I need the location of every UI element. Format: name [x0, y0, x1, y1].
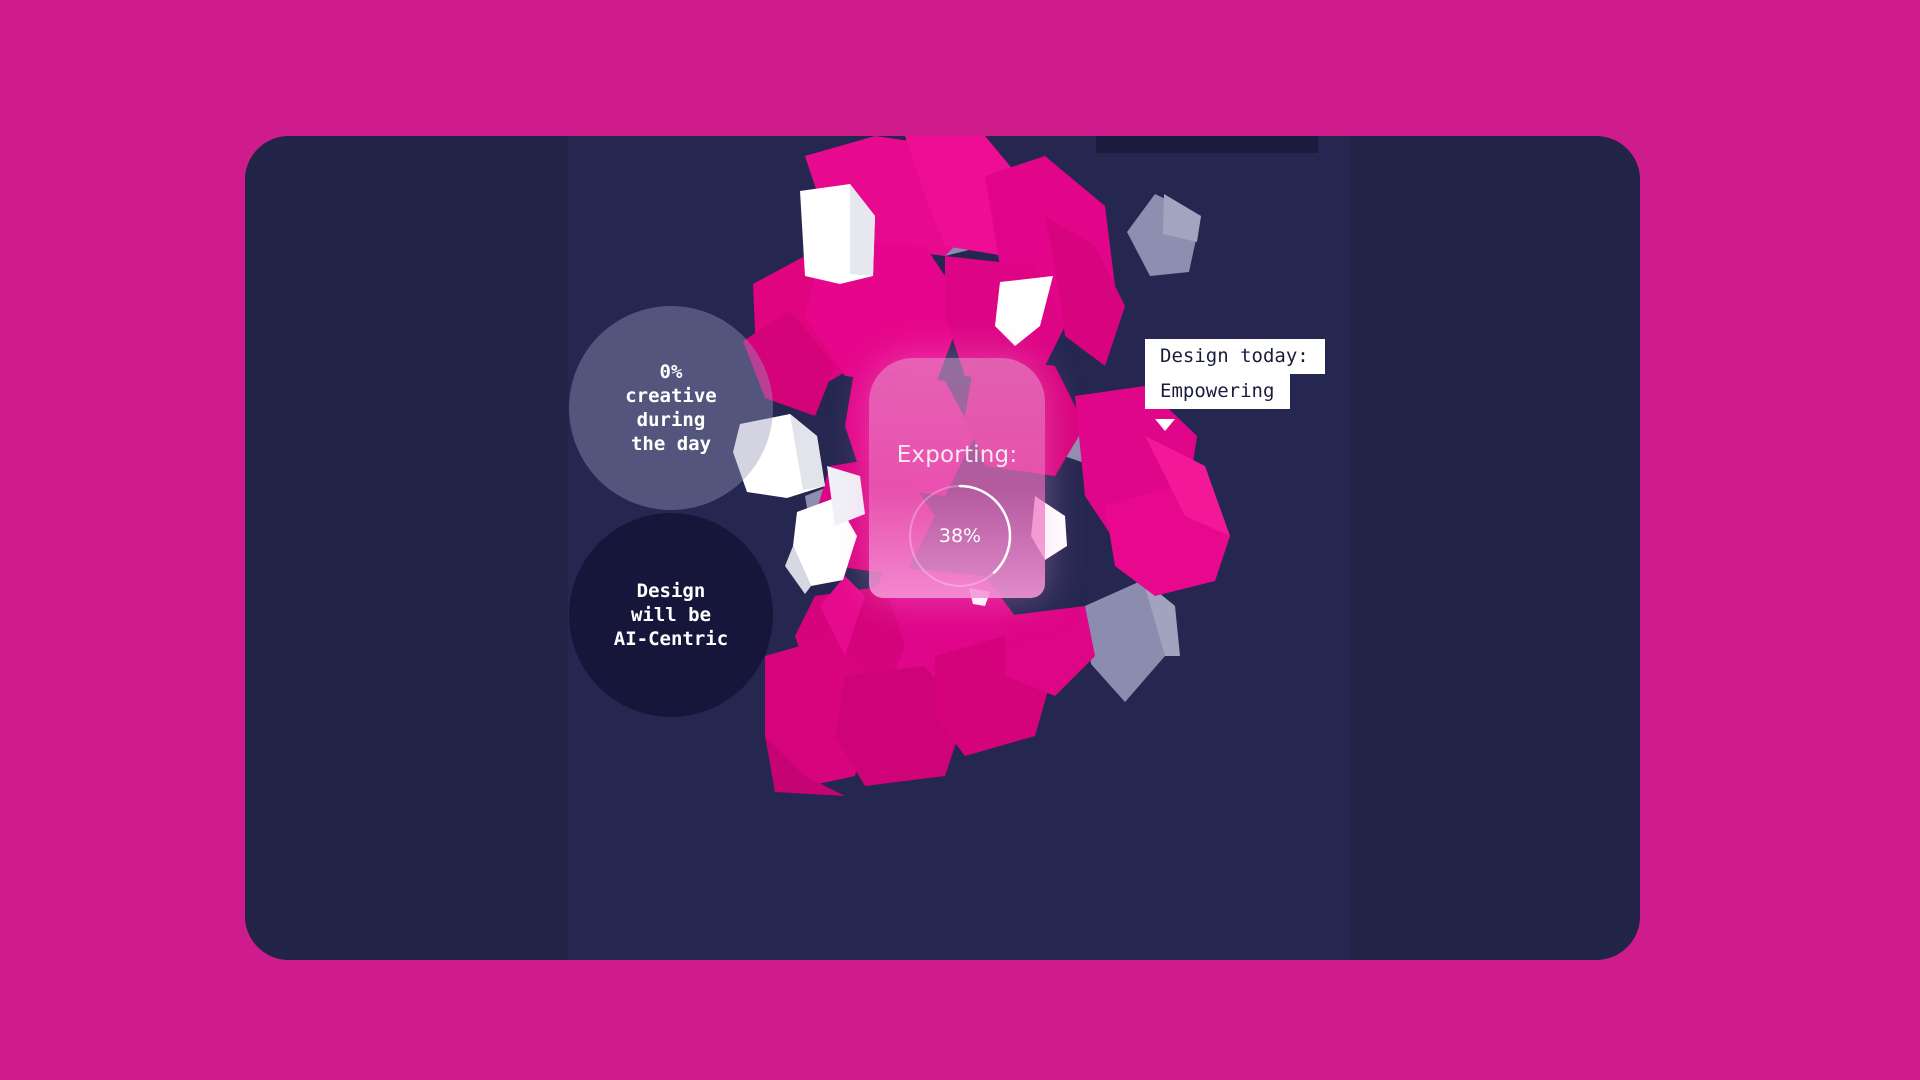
design-today-tooltip: Design today: Empowering — [1145, 339, 1325, 431]
grey-cube — [1163, 194, 1201, 242]
tooltip-line-2: Empowering — [1145, 374, 1291, 409]
tooltip-pointer — [1155, 419, 1175, 431]
ai-centric-bubble: Design will be AI-Centric — [569, 513, 773, 717]
export-progress-panel: Exporting: 38% — [869, 358, 1045, 598]
presentation-stage: 0% creative during the day Design will b… — [0, 0, 1920, 1080]
export-label: Exporting: — [896, 442, 1018, 468]
tooltip-line-1: Design today: — [1145, 339, 1325, 374]
content-card: 0% creative during the day Design will b… — [245, 136, 1640, 960]
creative-stat-bubble: 0% creative during the day — [569, 306, 773, 510]
progress-percent: 38% — [938, 525, 982, 547]
